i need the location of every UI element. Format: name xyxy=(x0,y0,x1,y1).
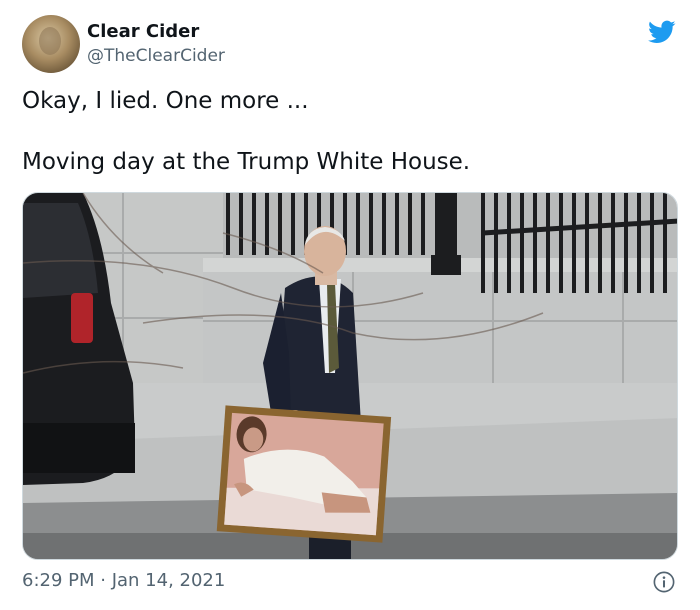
author-display-name[interactable]: Clear Cider xyxy=(87,21,199,42)
author-handle[interactable]: @TheClearCider xyxy=(87,46,225,66)
info-icon[interactable] xyxy=(653,571,675,593)
tweet-text-line-2: Moving day at the Trump White House. xyxy=(22,149,471,175)
avatar-face xyxy=(39,27,61,55)
tweet-text-line-1: Okay, I lied. One more ... xyxy=(22,88,309,114)
tweet-card: Clear Cider @TheClearCider Okay, I lied.… xyxy=(0,0,700,610)
tweet-photo[interactable] xyxy=(22,192,678,560)
tail-light xyxy=(71,293,93,343)
framed-portrait xyxy=(216,405,392,543)
twitter-bird-icon[interactable] xyxy=(646,18,678,46)
tweet-timestamp[interactable]: 6:29 PM · Jan 14, 2021 xyxy=(22,570,225,591)
photo-scene xyxy=(23,193,677,559)
avatar[interactable] xyxy=(22,15,80,73)
